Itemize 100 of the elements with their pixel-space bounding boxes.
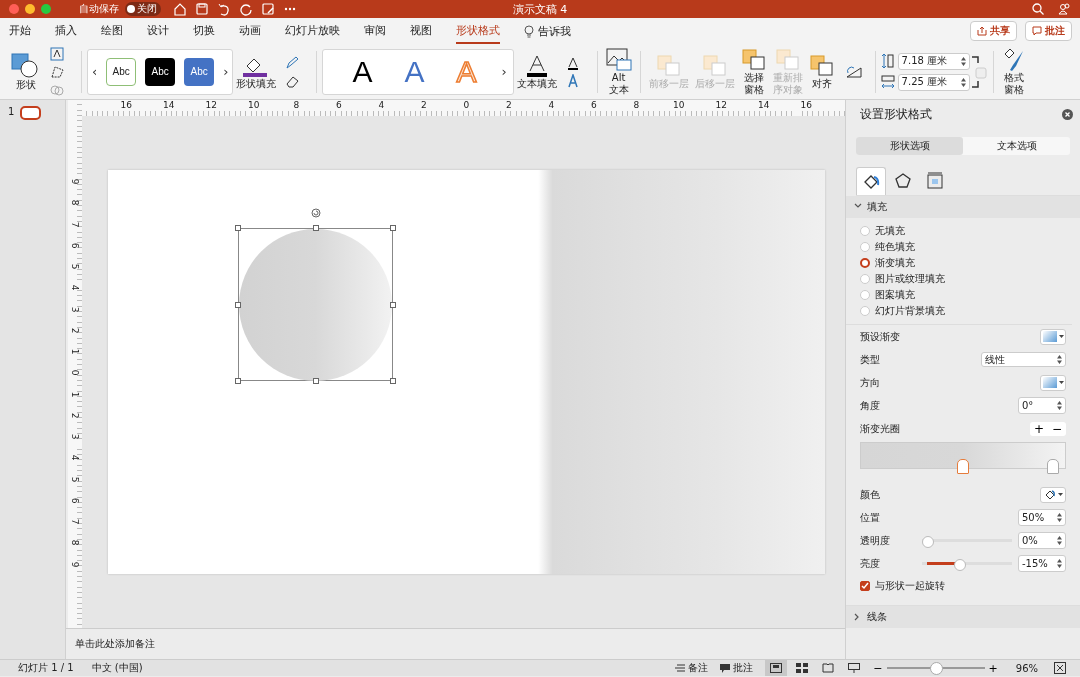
options-tab[interactable]: 形状选项 bbox=[856, 137, 963, 155]
home-icon[interactable] bbox=[173, 2, 187, 16]
resize-handle[interactable] bbox=[235, 301, 241, 308]
tell-me-label[interactable]: 告诉我 bbox=[538, 23, 571, 39]
resize-handle[interactable] bbox=[312, 378, 319, 384]
option-label[interactable]: 渐变填充 bbox=[875, 256, 915, 270]
shape-fill-button[interactable]: 形状填充 bbox=[233, 53, 280, 90]
save-as-icon[interactable] bbox=[261, 2, 275, 16]
gallery-previous-button[interactable]: ‹ bbox=[92, 64, 98, 79]
close-icon[interactable] bbox=[1062, 109, 1073, 120]
remove-stop-button[interactable]: − bbox=[1047, 421, 1066, 436]
ribbon-tab[interactable]: 设计 bbox=[147, 18, 169, 44]
fill-section-header[interactable]: 填充 bbox=[846, 196, 1080, 218]
layers-icon bbox=[655, 53, 682, 78]
language-label[interactable]: 中文 (中国) bbox=[91, 661, 143, 675]
ruler-label: 6 bbox=[69, 496, 81, 506]
resize-handle[interactable] bbox=[235, 225, 241, 231]
spin-arrows-icon[interactable] bbox=[960, 77, 966, 87]
ribbon-tab[interactable]: 插入 bbox=[55, 18, 77, 44]
direction-dropdown[interactable] bbox=[1040, 374, 1066, 391]
height-field[interactable]: 7.18 厘米 bbox=[897, 52, 970, 70]
format-category-tab[interactable] bbox=[856, 167, 886, 195]
search-icon[interactable] bbox=[1032, 3, 1044, 15]
option-label[interactable]: 无填充 bbox=[875, 224, 905, 238]
autosave-toggle[interactable]: 关闭 bbox=[125, 2, 161, 16]
line-section-header[interactable]: 线条 bbox=[846, 606, 1080, 628]
notes-button[interactable]: 备注 bbox=[675, 661, 709, 675]
zoom-window-button[interactable] bbox=[41, 4, 51, 14]
shape-style-swatch[interactable]: Abc bbox=[106, 57, 137, 86]
notes-placeholder[interactable]: 单击此处添加备注 bbox=[75, 638, 155, 649]
field-label: 颜色 bbox=[860, 487, 880, 502]
ruler-label: 2 bbox=[419, 100, 428, 112]
format-pane-button[interactable]: 格式窗格 bbox=[998, 48, 1029, 95]
shape-style-swatch[interactable]: Abc bbox=[184, 57, 215, 86]
option-label[interactable]: 图片或纹理填充 bbox=[875, 272, 945, 286]
minimize-window-button[interactable] bbox=[25, 4, 35, 14]
comments-button[interactable]: 批注 bbox=[720, 661, 754, 675]
gradient-stop-handle[interactable] bbox=[957, 459, 969, 474]
ribbon-tab[interactable]: 幻灯片放映 bbox=[285, 18, 340, 44]
ribbon-tab[interactable]: 切换 bbox=[193, 18, 215, 44]
arrange-button[interactable]: 选择窗格 bbox=[737, 48, 770, 95]
resize-handle[interactable] bbox=[390, 378, 396, 384]
ribbon-tab[interactable]: 动画 bbox=[239, 18, 261, 44]
spin-arrows-icon[interactable] bbox=[1057, 401, 1062, 410]
alt-text-button[interactable]: Alt 文本 bbox=[602, 48, 635, 95]
color-picker-button[interactable] bbox=[1040, 486, 1066, 503]
rotate-with-shape-checkbox[interactable]: 与形状一起旋转 bbox=[860, 575, 1066, 597]
gallery-next-button[interactable]: › bbox=[501, 64, 507, 79]
option-label[interactable]: 纯色填充 bbox=[875, 240, 915, 254]
resize-handle[interactable] bbox=[312, 225, 319, 231]
gradient-stop-handle[interactable] bbox=[1046, 459, 1059, 474]
comments-button[interactable]: 批注 bbox=[1025, 21, 1072, 41]
ribbon-tab[interactable]: 视图 bbox=[410, 18, 432, 44]
rotate-icon[interactable] bbox=[843, 64, 864, 79]
spin-arrows-icon[interactable] bbox=[1057, 355, 1062, 364]
picture-icon bbox=[605, 48, 632, 72]
type-dropdown[interactable]: 线性 bbox=[981, 352, 1066, 367]
resize-handle[interactable] bbox=[390, 225, 396, 231]
redo-icon[interactable] bbox=[239, 2, 253, 16]
dropdown-arrow-icon bbox=[1058, 381, 1064, 384]
ruler-label: 1 bbox=[69, 390, 81, 399]
rotate-handle[interactable] bbox=[311, 208, 321, 218]
preset-gradient-dropdown[interactable] bbox=[1040, 328, 1066, 345]
ribbon-tab[interactable]: 开始 bbox=[9, 18, 31, 44]
option-label[interactable]: 幻灯片背景填充 bbox=[875, 304, 945, 318]
resize-handle[interactable] bbox=[390, 301, 396, 308]
spin-arrows-icon[interactable] bbox=[1057, 513, 1062, 522]
arrange-button[interactable]: 对齐 bbox=[805, 53, 838, 90]
text-fill-button[interactable]: 文本填充 bbox=[513, 53, 560, 90]
width-field[interactable]: 7.25 厘米 bbox=[897, 73, 970, 91]
ribbon-tab[interactable]: 绘图 bbox=[101, 18, 123, 44]
spin-arrows-icon[interactable] bbox=[960, 56, 966, 66]
people-icon[interactable] bbox=[1058, 3, 1070, 15]
shapes-button[interactable]: 形状 bbox=[8, 52, 44, 91]
zoom-out-button[interactable]: − bbox=[869, 661, 887, 675]
spin-arrows-icon[interactable] bbox=[1057, 536, 1062, 545]
selected-circle-shape[interactable] bbox=[238, 228, 393, 381]
position-field[interactable]: 50% bbox=[1018, 509, 1066, 526]
fit-to-window-icon[interactable] bbox=[1054, 662, 1066, 674]
angle-field[interactable]: 0° bbox=[1018, 397, 1066, 414]
slide-thumbnail[interactable] bbox=[20, 106, 42, 120]
options-tab[interactable]: 文本选项 bbox=[963, 137, 1070, 155]
text-fill-icon bbox=[524, 53, 549, 78]
save-icon[interactable] bbox=[195, 2, 209, 16]
zoom-in-button[interactable]: + bbox=[984, 661, 1002, 675]
share-icon bbox=[977, 26, 987, 36]
ribbon-tab[interactable]: 审阅 bbox=[364, 18, 386, 44]
option-label[interactable]: 图案填充 bbox=[875, 288, 915, 302]
share-button[interactable]: 共享 bbox=[970, 21, 1017, 41]
resize-handle[interactable] bbox=[235, 378, 241, 384]
brightness-field[interactable]: -15% bbox=[1018, 555, 1066, 572]
add-stop-button[interactable]: + bbox=[1029, 421, 1048, 436]
fill-type-radio[interactable] bbox=[860, 258, 870, 268]
shape-style-swatch[interactable]: Abc bbox=[145, 57, 176, 86]
gallery-next-button[interactable]: › bbox=[223, 64, 229, 79]
transparency-field[interactable]: 0% bbox=[1018, 532, 1066, 549]
layers-icon bbox=[701, 53, 728, 78]
undo-icon[interactable] bbox=[217, 2, 231, 16]
view-button[interactable] bbox=[765, 660, 788, 676]
spin-arrows-icon[interactable] bbox=[1057, 559, 1062, 568]
